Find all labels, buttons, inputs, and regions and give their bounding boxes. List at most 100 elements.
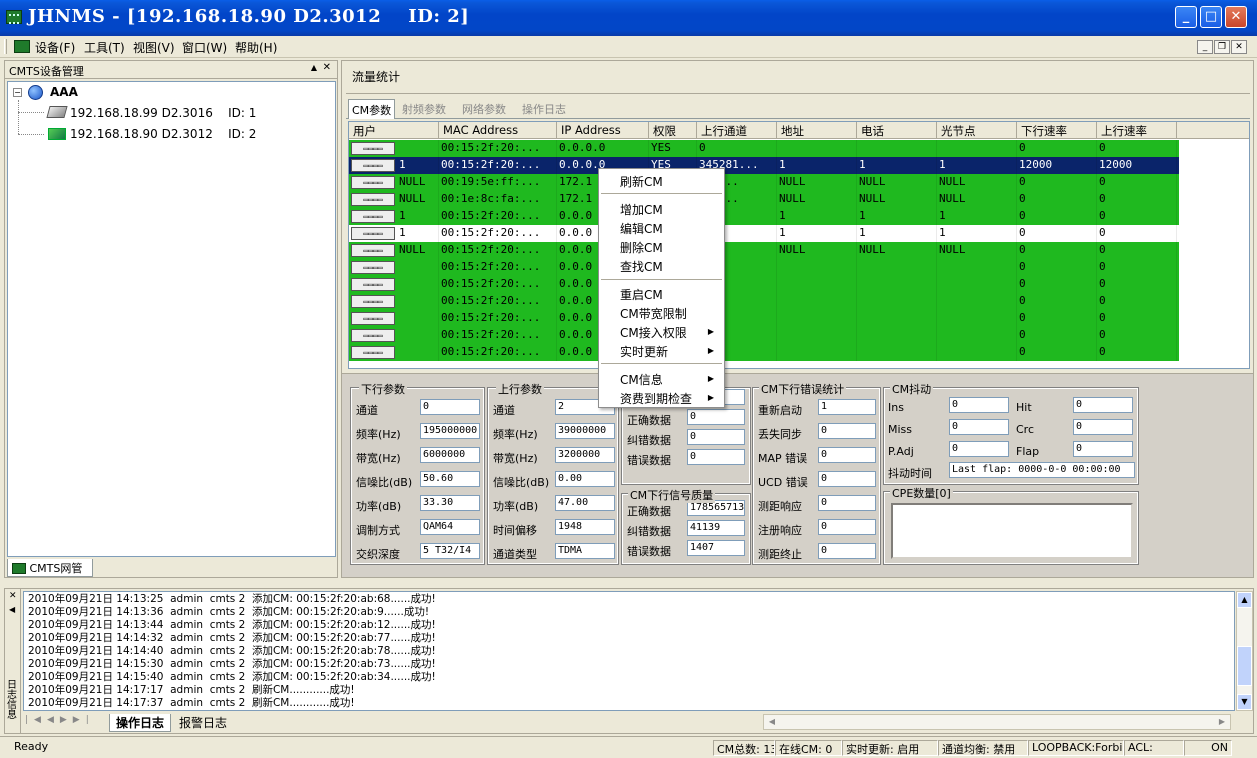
tree-root-aaa[interactable]: AAA — [50, 85, 78, 99]
menu-device[interactable]: 设备(F) — [35, 39, 75, 56]
table-row[interactable]: ▭▭▭▭NULL00:19:5e:ff:...172.1281...NULLNU… — [349, 174, 1179, 191]
tab-nav-icons[interactable]: |◀◀▶▶| — [25, 715, 95, 725]
menu-window[interactable]: 窗口(W) — [182, 39, 227, 56]
table-row[interactable]: ▭▭▭▭ 00:15:2f:20:... 0.0.0 0 0 — [349, 293, 1179, 310]
minimize-button[interactable]: _ — [1175, 6, 1197, 28]
cm-modem-icon: ▭▭▭▭ — [351, 193, 395, 206]
upstream-value: 47.00 — [555, 495, 615, 511]
tab-cm-params[interactable]: CM参数 — [348, 99, 396, 119]
mdi-close-icon[interactable]: ✕ — [1231, 40, 1247, 54]
table-row[interactable]: ▭▭▭▭ 00:15:2f:20:... 0.0.0 0 0 — [349, 276, 1179, 293]
down_quality-label: 正确数据 — [627, 505, 671, 518]
cmts-device-active-icon — [48, 128, 66, 140]
tab-operation-log-bottom[interactable]: 操作日志 — [109, 714, 172, 732]
context-menu-item[interactable]: 查找CM — [599, 256, 724, 275]
column-header[interactable]: 上行通道 — [697, 122, 777, 139]
scroll-down-icon[interactable]: ▼ — [1237, 694, 1252, 710]
downstream-quality-group: 正确数据 178565713 纠错数据 41139 错误数据 1407 — [621, 493, 751, 565]
context-menu-label: 实时更新 — [620, 345, 669, 359]
upstream-label: 带宽(Hz) — [493, 452, 538, 465]
table-row[interactable]: ▭▭▭▭ 00:15:2f:20:... 0.0.0 0 0 — [349, 327, 1179, 344]
cpe-list[interactable] — [891, 503, 1133, 559]
context-menu-item[interactable]: 增加CM — [599, 199, 724, 218]
table-cell: 0 — [697, 140, 777, 157]
jitter-flap-value: 0 — [1073, 441, 1133, 457]
downstream-label: 功率(dB) — [356, 500, 402, 513]
menu-help[interactable]: 帮助(H) — [235, 39, 277, 56]
context-menu-item[interactable]: CM信息 ▶ — [599, 369, 724, 388]
tab-operation-log[interactable]: 操作日志 — [522, 101, 566, 117]
context-menu-item[interactable]: 刷新CM — [599, 171, 724, 190]
context-menu-item[interactable]: 资费到期检查 ▶ — [599, 388, 724, 407]
column-header[interactable]: 光节点 — [937, 122, 1017, 139]
table-cell — [777, 259, 857, 276]
context-menu-item[interactable]: 编辑CM — [599, 218, 724, 237]
column-header[interactable]: 上行速率 — [1097, 122, 1177, 139]
table-row[interactable]: ▭▭▭▭ 00:15:2f:20:... 0.0.0 0 0 — [349, 344, 1179, 361]
context-menu-item[interactable]: 实时更新 ▶ — [599, 341, 724, 360]
tab-cmts-network[interactable]: CMTS网管 — [7, 559, 93, 577]
app-icon[interactable] — [6, 10, 22, 24]
column-header[interactable]: 权限 — [649, 122, 697, 139]
parameter-panel: 通道 0 频率(Hz) 195000000 带宽(Hz) 6000000 信噪比(dB) 50… — [342, 373, 1253, 577]
tab-rf-params[interactable]: 射频参数 — [402, 101, 446, 117]
tree-device-1[interactable]: 192.168.18.99 D2.3016 ID: 1 — [70, 106, 256, 120]
tab-network-params[interactable]: 网络参数 — [462, 101, 506, 117]
column-header[interactable]: IP Address — [557, 122, 649, 139]
context-menu-item[interactable]: 删除CM — [599, 237, 724, 256]
table-cell: 00:15:2f:20:... — [439, 276, 557, 293]
column-header[interactable]: 地址 — [777, 122, 857, 139]
log-close-icon[interactable]: ✕ — [9, 591, 17, 601]
table-row[interactable]: ▭▭▭▭NULL00:1e:8c:fa:...172.1281...NULLNU… — [349, 191, 1179, 208]
table-cell: 00:1e:8c:fa:... — [439, 191, 557, 208]
scroll-right-icon[interactable]: ▶ — [1214, 715, 1230, 729]
log-pin-icon[interactable]: ◀ — [9, 605, 15, 614]
column-header-filler — [1177, 122, 1249, 139]
downstream-label: 频率(Hz) — [356, 428, 401, 441]
downstream-value: QAM64 — [420, 519, 480, 535]
table-row[interactable]: ▭▭▭▭ 00:15:2f:20:... 0.0.0.0 YES 0 0 0 — [349, 140, 1179, 157]
title-bar[interactable]: JHNMS - [192.168.18.90 D2.3012 ID: 2] _ … — [0, 0, 1257, 36]
context-menu-item[interactable]: CM接入权限 ▶ — [599, 322, 724, 341]
panel-close-icon[interactable]: ✕ — [323, 62, 331, 73]
menu-view[interactable]: 视图(V) — [133, 39, 175, 56]
tree-device-2[interactable]: 192.168.18.90 D2.3012 ID: 2 — [70, 127, 256, 141]
mdi-minimize-icon[interactable]: _ — [1197, 40, 1213, 54]
table-row[interactable]: ▭▭▭▭ 1 00:15:2f:20:... 0.0.0 1 1 1 0 0 — [349, 208, 1179, 225]
cm-modem-icon: ▭▭▭▭ — [351, 210, 395, 223]
table-row[interactable]: ▭▭▭▭ 1 00:15:2f:20:... 0.0.0 1 1 1 0 0 — [349, 225, 1179, 242]
table-cell: 0 — [1097, 310, 1177, 327]
log-hscrollbar[interactable]: ◀ ▶ — [763, 714, 1231, 730]
submenu-arrow-icon: ▶ — [707, 327, 714, 336]
table-row[interactable]: ▭▭▭▭ 00:15:2f:20:... 0.0.0 0 0 — [349, 259, 1179, 276]
jitter-crc-label: Crc — [1016, 423, 1035, 436]
downstream-value: 195000000 — [420, 423, 480, 439]
up_quality-label: 正确数据 — [627, 414, 671, 427]
scroll-up-icon[interactable]: ▲ — [1237, 592, 1252, 608]
column-header[interactable]: 用户 — [349, 122, 439, 139]
tab-alarm-log[interactable]: 报警日志 — [179, 714, 227, 731]
column-header[interactable]: 电话 — [857, 122, 937, 139]
context-menu-item[interactable]: 重启CM — [599, 284, 724, 303]
column-header[interactable]: 下行速率 — [1017, 122, 1097, 139]
scroll-thumb[interactable] — [1237, 646, 1252, 686]
mdi-restore-icon[interactable]: ❐ — [1214, 40, 1230, 54]
table-cell — [937, 140, 1017, 157]
maximize-button[interactable]: □ — [1200, 6, 1222, 28]
log-list[interactable]: 2010年09月21日 14:13:25 admin cmts 2 添加CM: … — [23, 591, 1235, 711]
column-header[interactable]: MAC Address — [439, 122, 557, 139]
table-row[interactable]: ▭▭▭▭ NULL 00:15:2f:20:... 0.0.0 NULL NULL NULL… — [349, 242, 1179, 259]
panel-header: CMTS设备管理 ▲ ✕ — [5, 61, 337, 79]
table-row[interactable]: ▭▭▭▭ 1 00:15:2f:20:... 0.0.0.0 YES 345281... 1… — [349, 157, 1179, 174]
menu-tools[interactable]: 工具(T) — [84, 39, 125, 56]
scroll-left-icon[interactable]: ◀ — [764, 715, 780, 729]
cm-modem-icon: ▭▭▭▭ — [351, 227, 395, 240]
log-scrollbar[interactable]: ▲ ▼ — [1236, 591, 1253, 711]
collapse-icon[interactable]: − — [13, 88, 22, 97]
context-menu-item[interactable]: CM带宽限制 — [599, 303, 724, 322]
up_quality-value: 0 — [687, 429, 745, 445]
close-button[interactable]: ✕ — [1225, 6, 1247, 28]
table-cell — [397, 327, 439, 344]
table-row[interactable]: ▭▭▭▭ 00:15:2f:20:... 0.0.0 0 0 — [349, 310, 1179, 327]
pin-icon[interactable]: ▲ — [311, 63, 317, 72]
